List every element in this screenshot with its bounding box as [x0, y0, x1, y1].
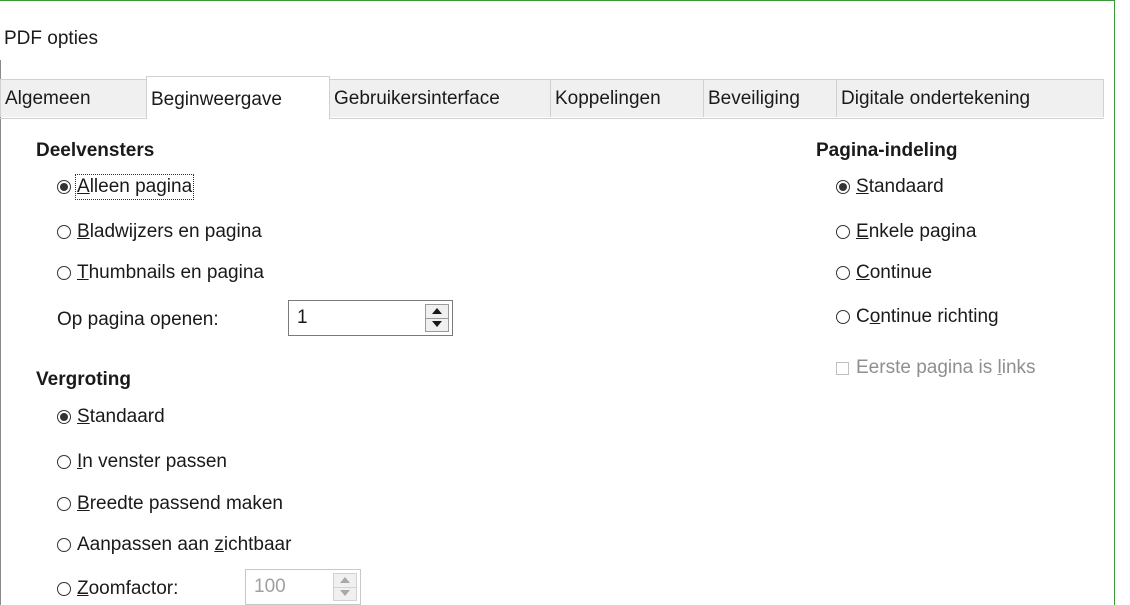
zoom-factor-spinbox[interactable]: 100: [245, 569, 361, 605]
arrow-up-icon: [340, 577, 350, 583]
open-page-spinbox[interactable]: 1: [288, 300, 453, 336]
radio-enkele-pagina[interactable]: Enkele pagina: [836, 221, 976, 243]
window-left-border: [0, 60, 1, 605]
radio-label: Alleen pagina: [74, 174, 195, 200]
arrow-down-icon: [340, 590, 350, 596]
radio-label: Standaard: [77, 406, 165, 427]
radio-label: In venster passen: [77, 451, 227, 472]
radio-label: Continue richting: [856, 306, 999, 327]
radio-thumbnails-en-pagina[interactable]: Thumbnails en pagina: [57, 262, 264, 284]
radio-button[interactable]: [836, 180, 850, 194]
increment-button[interactable]: [334, 574, 356, 588]
radio-aanpassen-aan-zichtbaar[interactable]: Aanpassen aan zichtbaar: [57, 534, 291, 556]
tab-digitale-ondertekening[interactable]: Digitale ondertekening: [836, 79, 1104, 117]
panes-title: Deelvensters: [36, 140, 155, 161]
radio-label: Enkele pagina: [856, 221, 977, 242]
radio-button[interactable]: [836, 266, 850, 280]
radio-label: Continue: [856, 262, 933, 283]
radio-label: Bladwijzers en pagina: [77, 221, 262, 242]
radio-button[interactable]: [836, 310, 850, 324]
radio-alleen-pagina[interactable]: Alleen pagina: [57, 174, 195, 200]
zoom-factor-value[interactable]: 100: [254, 576, 286, 598]
decrement-button[interactable]: [426, 318, 448, 331]
radio-label: Breedte passend maken: [77, 493, 283, 514]
tab-algemeen[interactable]: Algemeen: [0, 79, 147, 117]
radio-layout-standaard[interactable]: Standaard: [836, 176, 944, 198]
radio-continue[interactable]: Continue: [836, 262, 932, 284]
tab-beveiliging[interactable]: Beveiliging: [703, 79, 837, 117]
radio-label: Aanpassen aan zichtbaar: [77, 534, 292, 555]
radio-continue-richting[interactable]: Continue richting: [836, 306, 999, 328]
checkbox-label: Eerste pagina is links: [856, 357, 1036, 378]
open-page-spin-buttons: [425, 304, 449, 332]
zoom-factor-spin-buttons: [333, 573, 357, 601]
checkbox-eerste-pagina-links[interactable]: Eerste pagina is links: [836, 357, 1036, 379]
increment-button[interactable]: [426, 305, 448, 319]
tab-gebruikersinterface[interactable]: Gebruikersinterface: [329, 79, 551, 117]
radio-label: Thumbnails en pagina: [77, 262, 264, 283]
checkbox-box[interactable]: [836, 361, 849, 375]
radio-in-venster-passen[interactable]: In venster passen: [57, 451, 227, 473]
radio-label: Zoomfactor:: [77, 578, 179, 599]
radio-button[interactable]: [57, 410, 71, 424]
window-right-border: [1114, 0, 1115, 605]
decrement-button[interactable]: [334, 587, 356, 600]
radio-button[interactable]: [57, 582, 71, 596]
radio-bladwijzers-en-pagina[interactable]: Bladwijzers en pagina: [57, 221, 262, 243]
tab-beginweergave[interactable]: Beginweergave: [146, 76, 330, 119]
page-layout-title: Pagina-indeling: [816, 140, 958, 161]
radio-button[interactable]: [836, 225, 850, 239]
magnification-title: Vergroting: [36, 369, 132, 390]
arrow-up-icon: [432, 308, 442, 314]
arrow-down-icon: [432, 321, 442, 327]
tab-bar: Algemeen Beginweergave Gebruikersinterfa…: [0, 76, 1104, 119]
radio-zoomfactor[interactable]: Zoomfactor:: [57, 578, 178, 600]
radio-label: Standaard: [856, 176, 944, 197]
radio-button[interactable]: [57, 225, 71, 239]
tab-koppelingen[interactable]: Koppelingen: [550, 79, 704, 117]
open-page-label: Op pagina openen:: [57, 309, 219, 330]
radio-button[interactable]: [57, 455, 71, 469]
open-page-value[interactable]: 1: [297, 307, 308, 329]
radio-button[interactable]: [57, 538, 71, 552]
radio-button[interactable]: [57, 266, 71, 280]
dialog-title: PDF opties: [4, 28, 98, 49]
radio-button[interactable]: [57, 180, 71, 194]
radio-zoom-standaard[interactable]: Standaard: [57, 406, 165, 428]
radio-breedte-passend-maken[interactable]: Breedte passend maken: [57, 493, 283, 515]
radio-button[interactable]: [57, 497, 71, 511]
window-top-border: [0, 0, 1115, 1]
